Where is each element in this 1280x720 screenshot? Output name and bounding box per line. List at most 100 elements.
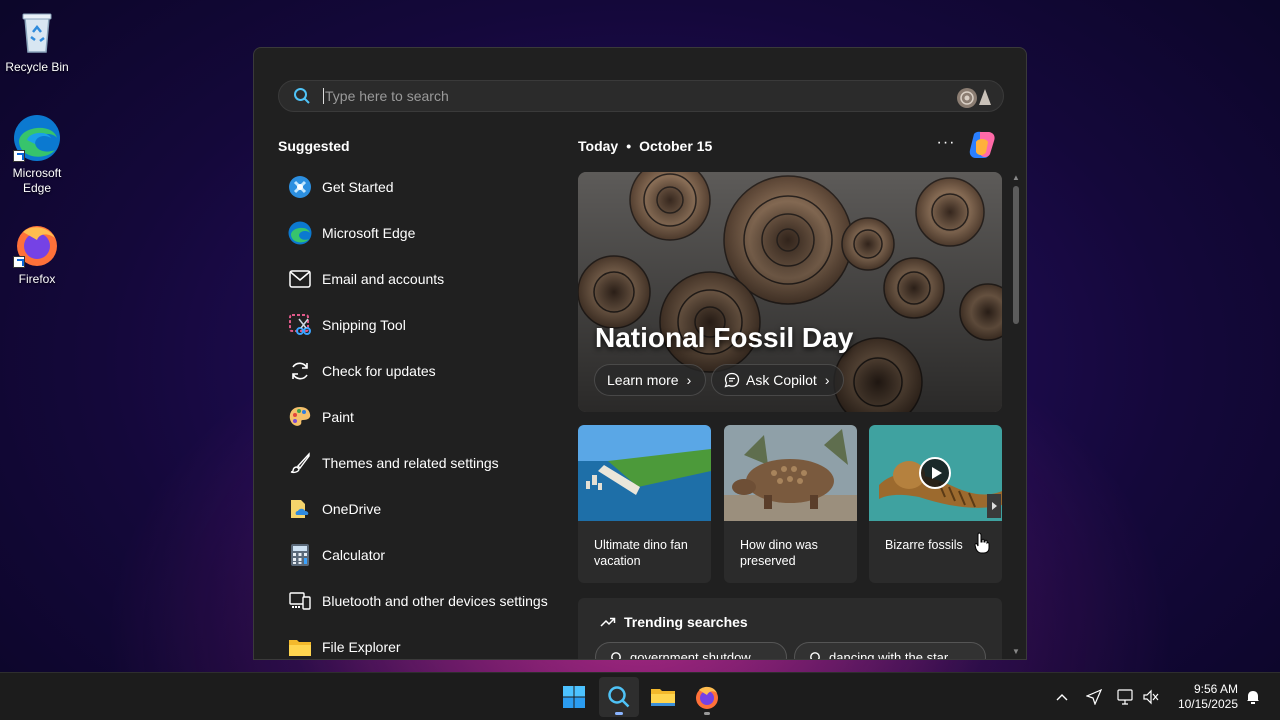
show-hidden-icons-button[interactable] <box>1052 673 1072 720</box>
desktop-icon-microsoft-edge[interactable]: Microsoft Edge <box>2 114 72 196</box>
play-icon[interactable] <box>919 457 951 489</box>
cliffs-coastline-image <box>578 425 711 521</box>
fossil-skeleton-image <box>869 425 1002 521</box>
suggested-item-themes-and-related-settings[interactable]: Themes and related settings <box>278 440 558 486</box>
learn-more-button[interactable]: Learn more › <box>594 364 707 396</box>
suggested-item-get-started[interactable]: Get Started <box>278 164 558 210</box>
suggested-item-calculator[interactable]: Calculator <box>278 532 558 578</box>
hero-card[interactable]: National Fossil Day Learn more › Ask Cop… <box>578 172 1002 412</box>
trending-up-icon <box>600 615 616 629</box>
suggested-item-label: Snipping Tool <box>322 317 406 333</box>
taskbar-file-explorer[interactable] <box>643 677 683 717</box>
suggested-item-label: Check for updates <box>322 363 436 379</box>
desktop-icon-label: Recycle Bin <box>5 60 69 74</box>
shortcut-arrow-icon <box>13 256 25 268</box>
get-started-icon <box>288 175 312 199</box>
hero-title: National Fossil Day <box>595 322 854 353</box>
today-header: Today • October 15 <box>578 138 712 154</box>
search-panel: Suggested Get Started Microsoft Edge Ema… <box>253 47 1027 660</box>
network-icon <box>1117 689 1133 705</box>
paint-icon <box>288 405 312 429</box>
clock-time: 9:56 AM <box>1193 682 1238 696</box>
network-button[interactable] <box>1113 673 1137 720</box>
suggested-item-file-explorer[interactable]: File Explorer <box>278 624 558 659</box>
search-icon <box>610 651 624 659</box>
chat-bubble-icon <box>724 372 740 388</box>
mouse-cursor-icon <box>974 532 990 559</box>
suggested-item-label: Email and accounts <box>322 271 445 287</box>
taskbar-firefox[interactable] <box>687 677 727 717</box>
suggested-item-check-for-updates[interactable]: Check for updates <box>278 348 558 394</box>
clock[interactable]: 9:56 AM 10/15/2025 <box>1168 682 1238 712</box>
snipping-tool-icon <box>288 313 312 337</box>
today-date: October 15 <box>639 138 713 154</box>
copilot-icon[interactable] <box>966 130 998 160</box>
suggested-list: Get Started Microsoft Edge Email and acc… <box>278 164 558 659</box>
suggested-item-paint[interactable]: Paint <box>278 394 558 440</box>
scroll-thumb[interactable] <box>1013 186 1019 324</box>
suggested-item-email-and-accounts[interactable]: Email and accounts <box>278 256 558 302</box>
location-arrow-icon <box>1086 689 1102 705</box>
suggested-item-onedrive[interactable]: OneDrive <box>278 486 558 532</box>
scroll-down-arrow[interactable]: ▼ <box>1012 648 1020 656</box>
search-input[interactable] <box>323 88 923 104</box>
suggested-item-label: Themes and related settings <box>322 455 499 471</box>
news-card-bizarre-fossils[interactable]: Bizarre fossils <box>869 425 1002 583</box>
search-icon <box>293 87 311 105</box>
learn-more-label: Learn more <box>607 372 679 388</box>
firefox-icon <box>13 220 61 268</box>
scrollbar[interactable]: ▲ ▼ <box>1012 172 1020 658</box>
ask-copilot-button[interactable]: Ask Copilot › <box>711 364 845 396</box>
trending-pill[interactable]: government shutdow <box>595 642 787 659</box>
onedrive-icon <box>288 497 312 521</box>
start-button[interactable] <box>554 677 594 717</box>
search-highlight-icon <box>953 85 993 109</box>
taskbar: 9:56 AM 10/15/2025 <box>0 672 1280 720</box>
taskbar-search-button[interactable] <box>599 677 639 717</box>
search-icon <box>608 686 630 708</box>
news-card-dino-preserved[interactable]: How dino was preserved <box>724 425 857 583</box>
suggested-item-label: Paint <box>322 409 354 425</box>
recycle-bin-icon <box>13 8 61 56</box>
suggested-item-snipping-tool[interactable]: Snipping Tool <box>278 302 558 348</box>
folder-icon <box>288 635 312 659</box>
search-icon <box>809 651 823 659</box>
edge-icon <box>13 114 61 162</box>
chevron-up-icon <box>1056 694 1068 701</box>
desktop-icon-label: Microsoft Edge <box>12 166 62 195</box>
suggested-item-label: Bluetooth and other devices settings <box>322 593 548 609</box>
suggested-item-label: Microsoft Edge <box>322 225 416 241</box>
dinosaur-image <box>724 425 857 521</box>
suggested-item-bluetooth-and-other-devices-settings[interactable]: Bluetooth and other devices settings <box>278 578 558 624</box>
ask-copilot-label: Ask Copilot <box>746 372 817 388</box>
folder-icon <box>651 689 675 706</box>
trending-searches-section: Trending searches government shutdow dan… <box>578 598 1002 659</box>
volume-button[interactable] <box>1140 673 1162 720</box>
mail-icon <box>288 267 312 291</box>
trending-pill[interactable]: dancing with the star <box>794 642 986 659</box>
volume-muted-icon <box>1143 689 1159 705</box>
clock-date: 10/15/2025 <box>1177 697 1238 711</box>
card-caption: Ultimate dino fan vacation <box>594 538 688 568</box>
cards-next-arrow[interactable] <box>987 494 1001 518</box>
brush-icon <box>288 451 312 475</box>
notifications-button[interactable] <box>1242 673 1264 720</box>
windows-logo-icon <box>563 686 585 708</box>
scroll-up-arrow[interactable]: ▲ <box>1012 174 1020 182</box>
suggested-item-label: Calculator <box>322 547 386 563</box>
search-box[interactable] <box>278 80 1004 112</box>
suggested-item-microsoft-edge[interactable]: Microsoft Edge <box>278 210 558 256</box>
edge-icon <box>288 221 312 245</box>
suggested-item-label: File Explorer <box>322 639 401 655</box>
desktop-icon-label: Firefox <box>18 272 56 286</box>
trending-title: Trending searches <box>624 614 748 630</box>
today-label: Today <box>578 138 619 154</box>
location-button[interactable] <box>1082 673 1106 720</box>
desktop-icon-firefox[interactable]: Firefox <box>2 220 72 287</box>
more-options-button[interactable]: ··· <box>934 134 958 156</box>
suggested-item-label: OneDrive <box>322 501 382 517</box>
desktop-icon-recycle-bin[interactable]: Recycle Bin <box>2 8 72 75</box>
notification-bell-icon <box>1247 691 1259 704</box>
news-card-dino-vacation[interactable]: Ultimate dino fan vacation <box>578 425 711 583</box>
shortcut-arrow-icon <box>13 150 25 162</box>
